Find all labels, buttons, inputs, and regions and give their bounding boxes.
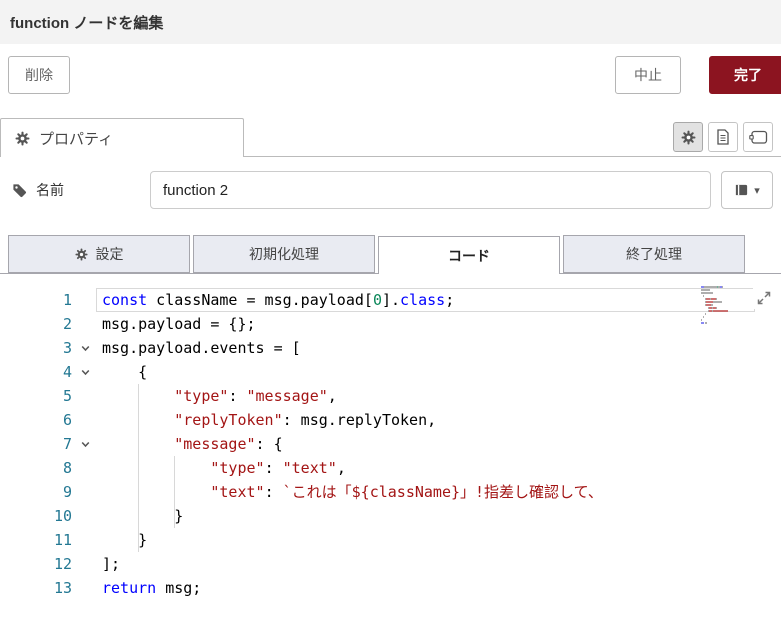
function-editor-tabs: 設定 初期化処理 コード 終了処理 <box>8 235 745 274</box>
code-line[interactable]: "type": "message", <box>102 384 781 408</box>
line-number: 2 <box>62 315 72 333</box>
code-line[interactable]: } <box>102 528 781 552</box>
line-number: 9 <box>62 483 72 501</box>
tab-finalize-label: 終了処理 <box>626 246 682 262</box>
tray-icon-buttons <box>673 122 773 152</box>
gutter-row: 9 <box>0 480 98 504</box>
node-appearance-icon <box>748 130 767 144</box>
book-icon <box>736 184 748 196</box>
code-line[interactable]: ]; <box>102 552 781 576</box>
tray-toolbar: 削除 中止 完了 <box>0 44 781 106</box>
line-number: 12 <box>53 555 72 573</box>
description-icon-button[interactable] <box>708 122 738 152</box>
code-line[interactable]: "text": `これは「${className}」!指差し確認して、 <box>102 480 781 504</box>
document-icon <box>717 129 729 145</box>
line-number: 4 <box>62 363 72 381</box>
code-line[interactable]: msg.payload.events = [ <box>102 336 781 360</box>
gutter-row: 3 <box>0 336 98 360</box>
line-number: 11 <box>53 531 72 549</box>
line-number: 7 <box>62 435 72 453</box>
cancel-button[interactable]: 中止 <box>615 56 681 94</box>
fold-toggle-icon[interactable] <box>72 343 98 354</box>
gutter-row: 11 <box>0 528 98 552</box>
delete-button[interactable]: 削除 <box>8 56 70 94</box>
tab-finalize[interactable]: 終了処理 <box>563 235 745 273</box>
gear-icon <box>74 247 88 261</box>
gutter-row: 12 <box>0 552 98 576</box>
line-number: 5 <box>62 387 72 405</box>
gutter-row: 7 <box>0 432 98 456</box>
tab-settings[interactable]: 設定 <box>8 235 190 273</box>
line-number: 1 <box>62 291 72 309</box>
done-button[interactable]: 完了 <box>709 56 781 94</box>
tray-header: function ノードを編集 <box>0 0 781 44</box>
gutter-row: 2 <box>0 312 98 336</box>
gutter-row: 5 <box>0 384 98 408</box>
gutter-row: 4 <box>0 360 98 384</box>
editor-body: 1 2 3 4 5 6 7 8 9 10 11 12 13 const className = msg.… <box>0 274 781 600</box>
editor-gutter: 1 2 3 4 5 6 7 8 9 10 11 12 13 <box>0 288 98 600</box>
tab-init[interactable]: 初期化処理 <box>193 235 375 273</box>
tab-settings-label: 設定 <box>95 246 124 262</box>
line-number: 13 <box>53 579 72 597</box>
gear-icon <box>15 131 30 145</box>
code-line[interactable]: "message": { <box>102 432 781 456</box>
line-number: 3 <box>62 339 72 357</box>
name-input[interactable] <box>150 171 711 209</box>
name-row: 名前 ▾ <box>0 157 781 223</box>
line-number: 6 <box>62 411 72 429</box>
tag-icon <box>13 183 26 197</box>
chevron-down-icon: ▾ <box>754 184 760 197</box>
tab-properties-label: プロパティ <box>39 130 114 148</box>
dialog-title: function ノードを編集 <box>10 14 164 32</box>
tab-properties[interactable]: プロパティ <box>0 118 244 157</box>
fold-toggle-icon[interactable] <box>72 439 98 450</box>
gutter-row: 10 <box>0 504 98 528</box>
gutter-row: 1 <box>0 288 98 312</box>
name-label: 名前 <box>8 180 140 200</box>
name-label-text: 名前 <box>36 182 64 198</box>
code-content[interactable]: const className = msg.payload[0].class; m… <box>96 288 781 600</box>
appearance-icon-button[interactable] <box>743 122 773 152</box>
properties-tab-row: プロパティ <box>0 118 781 157</box>
line-number: 10 <box>53 507 72 525</box>
gear-icon <box>681 130 695 144</box>
library-dropdown-button[interactable]: ▾ <box>721 171 773 209</box>
toolbar-right-group: 中止 完了 <box>615 56 781 94</box>
code-line[interactable]: const className = msg.payload[0].class; <box>102 288 781 312</box>
line-number: 8 <box>62 459 72 477</box>
expand-icon <box>757 291 771 305</box>
fold-chevron-icon <box>81 441 89 447</box>
fold-toggle-icon[interactable] <box>72 367 98 378</box>
gutter-row: 8 <box>0 456 98 480</box>
minimap[interactable] <box>701 286 747 325</box>
gutter-row: 6 <box>0 408 98 432</box>
fold-chevron-icon <box>81 369 89 375</box>
code-line[interactable]: "type": "text", <box>102 456 781 480</box>
code-editor[interactable]: 1 2 3 4 5 6 7 8 9 10 11 12 13 const className = msg.… <box>0 273 781 641</box>
tab-code-label: コード <box>448 247 490 264</box>
code-line[interactable]: "replyToken": msg.replyToken, <box>102 408 781 432</box>
expand-editor-button[interactable] <box>753 287 775 309</box>
minimap-line <box>701 322 747 325</box>
properties-icon-button[interactable] <box>673 122 703 152</box>
code-line[interactable]: } <box>102 504 781 528</box>
code-line[interactable]: msg.payload = {}; <box>102 312 781 336</box>
gutter-row: 13 <box>0 576 98 600</box>
tab-init-label: 初期化処理 <box>249 246 319 262</box>
code-line[interactable]: return msg; <box>102 576 781 600</box>
tab-code[interactable]: コード <box>378 236 560 274</box>
fold-chevron-icon <box>81 345 89 351</box>
code-line[interactable]: { <box>102 360 781 384</box>
